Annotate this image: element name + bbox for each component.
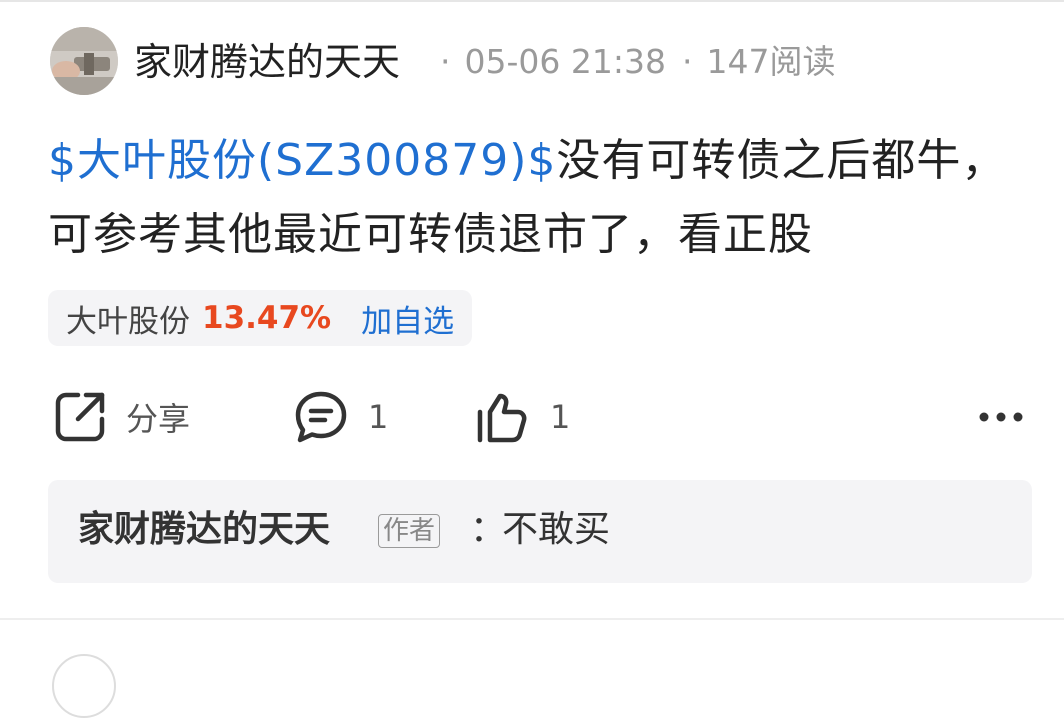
reply-text: 不敢买 bbox=[502, 509, 611, 550]
comment-button[interactable]: 1 bbox=[292, 388, 388, 446]
meta-separator-dot: · bbox=[440, 42, 451, 81]
post-timestamp: 05-06 21:38 bbox=[464, 42, 666, 81]
next-post-avatar[interactable] bbox=[52, 654, 116, 718]
post-meta: · 05-06 21:38 · 147阅读 bbox=[440, 40, 835, 84]
thumbs-up-icon bbox=[474, 388, 532, 446]
share-icon bbox=[52, 389, 108, 445]
post-read-count: 147阅读 bbox=[706, 42, 836, 81]
add-to-watchlist-button[interactable]: 加自选 bbox=[361, 296, 454, 341]
author-badge: 作者 bbox=[378, 514, 441, 548]
stock-link[interactable]: $大叶股份(SZ300879)$ bbox=[48, 135, 556, 186]
reply-item[interactable]: 家财腾达的天天 作者 ： 不敢买 bbox=[48, 480, 1032, 583]
stock-chip-change: 13.47% bbox=[202, 300, 332, 336]
more-options-button[interactable] bbox=[972, 400, 1030, 434]
more-icon bbox=[979, 412, 1023, 422]
share-button[interactable]: 分享 bbox=[52, 388, 190, 446]
share-label: 分享 bbox=[126, 400, 191, 438]
post-author-name[interactable]: 家财腾达的天天 bbox=[134, 38, 400, 86]
comment-count: 1 bbox=[368, 398, 389, 436]
author-avatar[interactable] bbox=[50, 27, 118, 95]
stock-chip-name: 大叶股份 bbox=[66, 303, 190, 340]
comment-icon bbox=[292, 388, 350, 446]
avatar-image bbox=[50, 27, 118, 95]
stock-chip[interactable]: 大叶股份 13.47% 加自选 bbox=[48, 290, 473, 346]
top-divider bbox=[0, 0, 1064, 2]
post-content: $大叶股份(SZ300879)$没有可转债之后都牛，可参考其他最近可转债退市了，… bbox=[48, 124, 1028, 272]
like-count: 1 bbox=[550, 398, 571, 436]
like-button[interactable]: 1 bbox=[474, 388, 570, 446]
meta-separator-dot: · bbox=[681, 42, 693, 81]
reply-author-name[interactable]: 家财腾达的天天 bbox=[78, 506, 330, 554]
reply-colon: ： bbox=[470, 509, 507, 550]
post-divider bbox=[0, 618, 1064, 620]
